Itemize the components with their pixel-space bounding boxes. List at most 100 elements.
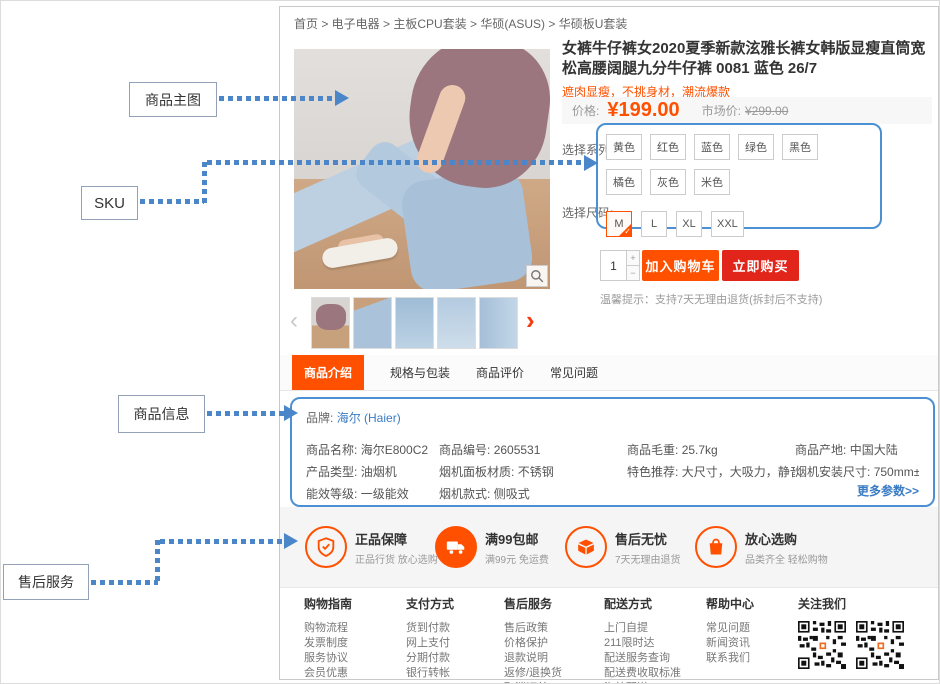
- annotation-arrow-line: [219, 96, 335, 101]
- color-option[interactable]: 绿色: [738, 134, 774, 160]
- service-item: 满99包邮 满99元 免运费: [435, 526, 565, 568]
- product-thumbnail[interactable]: [395, 297, 434, 349]
- quantity-increase-button[interactable]: +: [627, 250, 640, 266]
- footer-link[interactable]: 服务协议: [304, 651, 352, 665]
- footer-link[interactable]: 211限时达: [604, 636, 681, 650]
- param-value: 750mm±50mm (烟...: [874, 465, 919, 479]
- param-value: 2605531: [494, 443, 541, 457]
- magnifier-icon[interactable]: [526, 265, 548, 287]
- product-main-image[interactable]: [294, 49, 550, 289]
- footer-link[interactable]: 新闻资讯: [706, 636, 754, 650]
- footer-link[interactable]: 售后政策: [504, 621, 562, 635]
- param-value: 不锈钢: [518, 465, 554, 479]
- param-item: 特色推荐: 大尺寸，大吸力，静音...: [627, 462, 795, 483]
- color-option[interactable]: 红色: [650, 134, 686, 160]
- color-option[interactable]: 灰色: [650, 169, 686, 195]
- size-option[interactable]: XL: [676, 211, 702, 237]
- page: 商品主图 SKU 商品信息 售后服务 首页 > 电子电器 > 主板CPU套装 >…: [0, 0, 940, 684]
- footer-link[interactable]: 银行转帐: [406, 666, 454, 680]
- param-value: 25.7kg: [682, 443, 718, 457]
- tab[interactable]: 商品评价: [476, 355, 524, 390]
- buy-now-button[interactable]: 立即购买: [722, 250, 799, 281]
- footer-link[interactable]: 货到付款: [406, 621, 454, 635]
- size-option-label: XL: [682, 218, 695, 230]
- service-subtitle: 7天无理由退货: [615, 551, 681, 566]
- footer-column: 购物指南 购物流程发票制度服务协议会员优惠: [304, 595, 352, 681]
- footer-link[interactable]: 会员优惠: [304, 666, 352, 680]
- product-thumbnail[interactable]: [353, 297, 392, 349]
- footer-link[interactable]: 上门自提: [604, 621, 681, 635]
- footer-link[interactable]: 购物流程: [304, 621, 352, 635]
- param-label: 产品类型:: [306, 465, 357, 479]
- footer-column: 售后服务 售后政策价格保护退款说明返修/退换货取消订单: [504, 595, 562, 684]
- tab[interactable]: 商品介绍: [292, 355, 364, 390]
- footer-column-title: 购物指南: [304, 595, 352, 612]
- footer-link[interactable]: 分期付款: [406, 651, 454, 665]
- footer-column-title: 配送方式: [604, 595, 681, 612]
- footer-link[interactable]: 配送服务查询: [604, 651, 681, 665]
- param-item: 烟机面板材质: 不锈钢: [439, 462, 627, 483]
- service-subtitle: 正品行货 放心选购: [355, 551, 438, 566]
- param-value: 油烟机: [361, 465, 397, 479]
- color-option[interactable]: 蓝色: [694, 134, 730, 160]
- warm-tip-text: 温馨提示：支持7天无理由退货(拆封后不支持): [600, 291, 822, 307]
- annotation-main-image-label: 商品主图: [129, 82, 217, 117]
- product-thumbnail[interactable]: [479, 297, 518, 349]
- footer-link[interactable]: 退款说明: [504, 651, 562, 665]
- service-item: 正品保障 正品行货 放心选购: [305, 526, 435, 568]
- brand-link[interactable]: 海尔 (Haier): [337, 411, 401, 425]
- param-label: 特色推荐:: [627, 465, 678, 479]
- param-value: 中国大陆: [850, 443, 898, 457]
- footer-link[interactable]: 常见问题: [706, 621, 754, 635]
- footer-link[interactable]: 联系我们: [706, 651, 754, 665]
- footer-link[interactable]: 返修/退换货: [504, 666, 562, 680]
- add-to-cart-button[interactable]: 加入购物车: [642, 250, 719, 281]
- product-thumbnail[interactable]: [437, 297, 476, 349]
- next-icon[interactable]: ›: [526, 307, 535, 333]
- param-item: 烟机安装尺寸: 750mm±50mm (烟...: [795, 462, 919, 483]
- quantity-input[interactable]: 1: [600, 250, 627, 281]
- annotation-arrow-line: [140, 199, 204, 204]
- color-option[interactable]: 橘色: [606, 169, 642, 195]
- color-option[interactable]: 黑色: [782, 134, 818, 160]
- annotation-product-info-label: 商品信息: [118, 395, 205, 433]
- size-option[interactable]: M: [606, 211, 632, 237]
- breadcrumb[interactable]: 首页 > 电子电器 > 主板CPU套装 > 华硕(ASUS) > 华硕板U套装: [294, 15, 627, 32]
- service-guarantee-band: 正品保障 正品行货 放心选购 满99包邮 满99元 免运费: [280, 507, 938, 587]
- param-label: 烟机面板材质:: [439, 465, 514, 479]
- param-item: 能效等级: 一级能效: [306, 484, 439, 505]
- service-subtitle: 满99元 免运费: [485, 551, 549, 566]
- footer-link[interactable]: 发票制度: [304, 636, 352, 650]
- quantity-decrease-button[interactable]: −: [627, 266, 640, 281]
- footer-column-title: 支付方式: [406, 595, 454, 612]
- footer-column: 配送方式 上门自提211限时达配送服务查询配送费收取标准海外配送: [604, 595, 681, 684]
- detail-tabs: 商品介绍规格与包装商品评价常见问题: [280, 355, 938, 391]
- footer-follow-column: 关注我们: [798, 595, 914, 669]
- price-value: ¥199.00: [607, 99, 679, 122]
- brand-line: 品牌: 海尔 (Haier): [306, 409, 919, 426]
- param-label: 商品产地:: [795, 443, 846, 457]
- footer-column: 支付方式 货到付款网上支付分期付款银行转帐: [406, 595, 454, 681]
- tab[interactable]: 规格与包装: [390, 355, 450, 390]
- price-band: 价格: ¥199.00 市场价: ¥299.00: [562, 97, 932, 124]
- param-value: 侧吸式: [494, 487, 530, 501]
- prev-icon[interactable]: ‹: [290, 309, 298, 333]
- size-option[interactable]: XXL: [711, 211, 744, 237]
- product-thumbnail[interactable]: [311, 297, 350, 349]
- footer-link[interactable]: 网上支付: [406, 636, 454, 650]
- quantity-stepper: 1 + −: [600, 250, 640, 281]
- truck-icon: [435, 526, 477, 568]
- more-params-link[interactable]: 更多参数>>: [857, 482, 919, 499]
- color-option[interactable]: 黄色: [606, 134, 642, 160]
- annotation-arrow-line: [207, 160, 584, 165]
- annotation-sku-label: SKU: [81, 186, 138, 220]
- size-option[interactable]: L: [641, 211, 667, 237]
- qr-code: [798, 621, 846, 669]
- annotation-arrowhead-icon: [284, 533, 298, 549]
- tab[interactable]: 常见问题: [550, 355, 598, 390]
- thumbnail-strip: ‹ ›: [280, 295, 550, 351]
- footer-link[interactable]: 配送费收取标准: [604, 666, 681, 680]
- footer-link[interactable]: 价格保护: [504, 636, 562, 650]
- annotation-arrowhead-icon: [284, 405, 298, 421]
- color-option[interactable]: 米色: [694, 169, 730, 195]
